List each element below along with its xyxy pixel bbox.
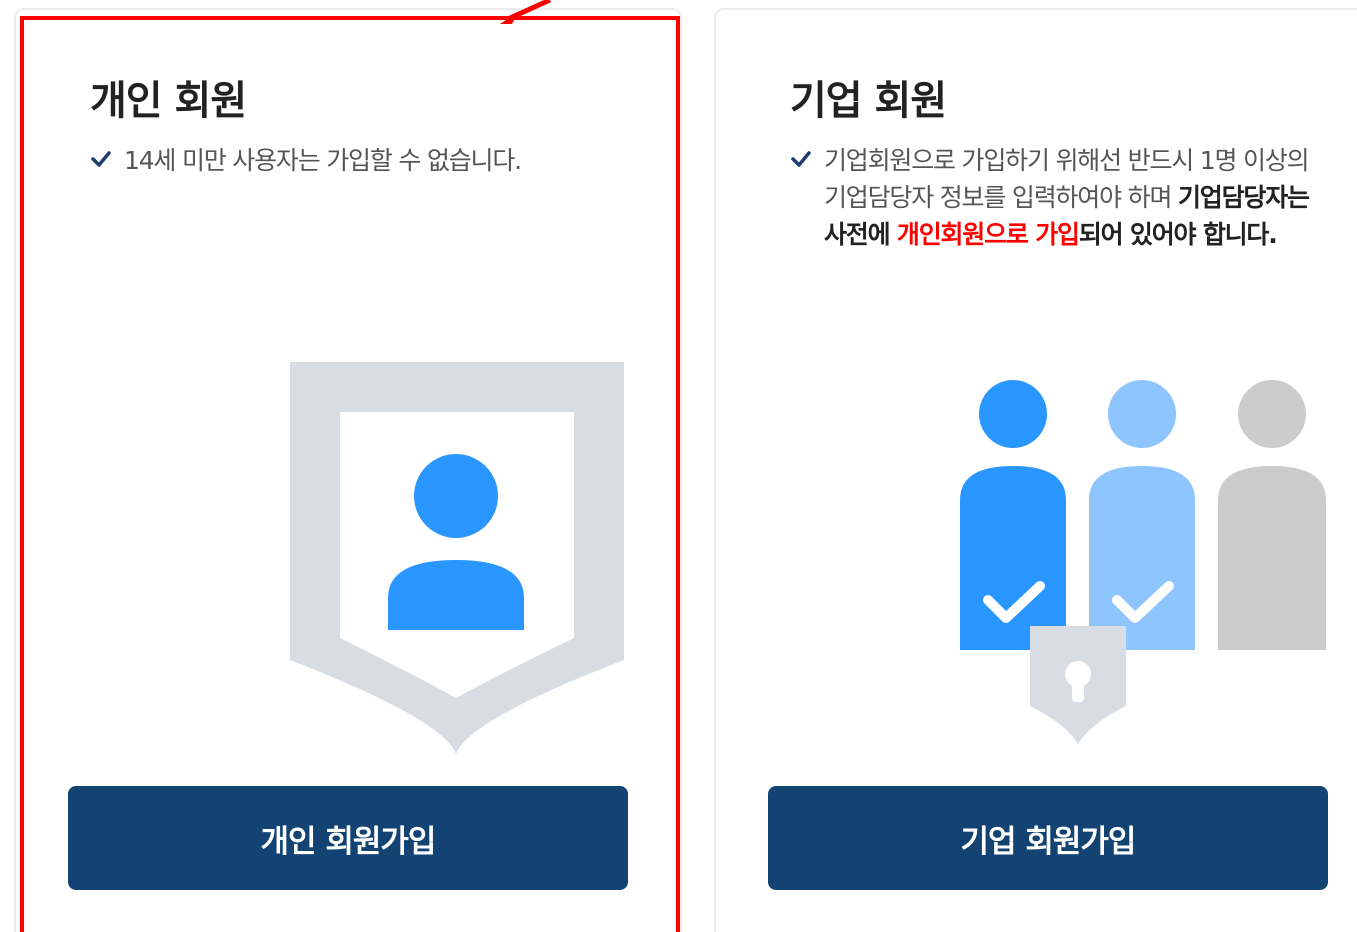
check-icon — [91, 151, 111, 167]
member-type-selection: 개인 회원 14세 미만 사용자는 가입할 수 없습니다. 개인 회원가입 기업… — [0, 0, 1357, 932]
group-users-lock-icon — [960, 380, 1326, 744]
corporate-notice-red: 개인회원으로 가입 — [896, 220, 1080, 249]
shield-user-icon — [290, 362, 624, 754]
corporate-notice-text: 기업회원으로 가입하기 위해선 반드시 1명 이상의 기업담당자 정보를 입력하… — [824, 142, 1310, 253]
personal-notice: 14세 미만 사용자는 가입할 수 없습니다. — [90, 142, 650, 179]
check-icon — [791, 151, 811, 167]
corporate-join-button[interactable]: 기업 회원가입 — [768, 786, 1328, 890]
corporate-member-card[interactable]: 기업 회원 기업회원으로 가입하기 위해선 반드시 1명 이상의 기업담당자 정… — [714, 8, 1357, 932]
personal-join-button[interactable]: 개인 회원가입 — [68, 786, 628, 890]
personal-member-card[interactable]: 개인 회원 14세 미만 사용자는 가입할 수 없습니다. 개인 회원가입 — [14, 8, 682, 932]
personal-notice-text: 14세 미만 사용자는 가입할 수 없습니다. — [124, 146, 522, 175]
corporate-notice: 기업회원으로 가입하기 위해선 반드시 1명 이상의 기업담당자 정보를 입력하… — [790, 142, 1310, 253]
corporate-notice-bold-post: 되어 있어야 합니다. — [1078, 220, 1278, 249]
personal-card-title: 개인 회원 — [90, 78, 247, 124]
corporate-card-title: 기업 회원 — [790, 78, 947, 124]
